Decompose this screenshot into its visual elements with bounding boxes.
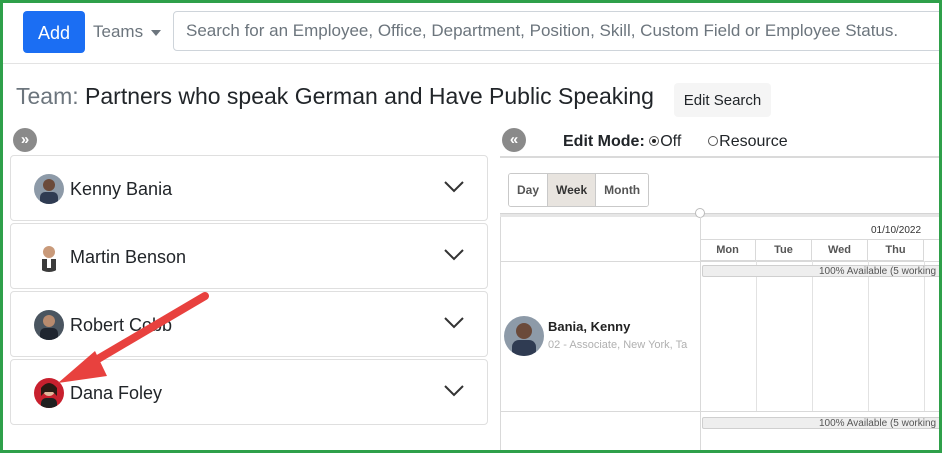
app-frame: Add Teams Team: Partners who speak Germa… <box>0 0 942 453</box>
annotation-arrow-icon <box>58 292 209 383</box>
